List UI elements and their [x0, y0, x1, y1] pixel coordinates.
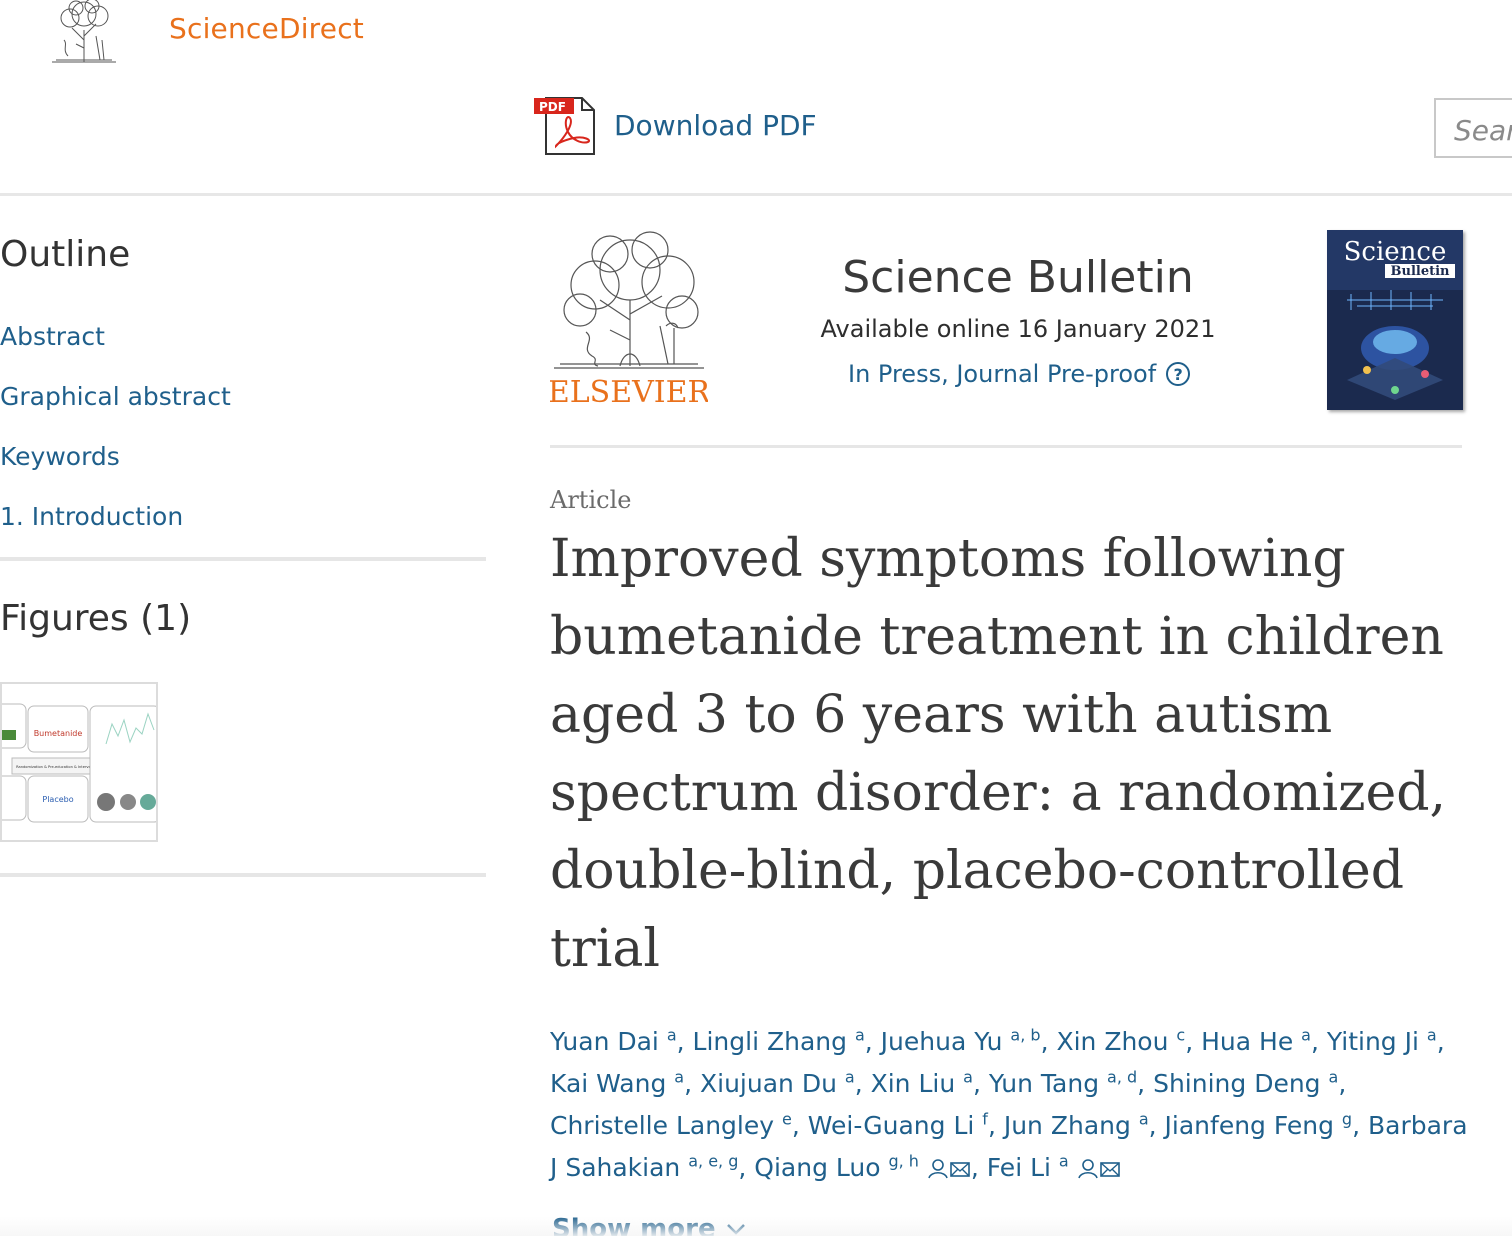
author-affiliation: a: [666, 1025, 677, 1045]
download-pdf-button[interactable]: PDF Download PDF: [534, 94, 817, 156]
author-name: Xin Zhou: [1056, 1027, 1169, 1056]
author-link[interactable]: Christelle Langley e: [550, 1111, 792, 1140]
figures-title: Figures (1): [0, 598, 192, 639]
article-status-label: In Press, Journal Pre-proof: [848, 360, 1157, 388]
journal-cover-image[interactable]: Science Bulletin: [1327, 230, 1463, 410]
article-type: Article: [550, 486, 632, 514]
show-more-label: Show more: [552, 1214, 716, 1236]
author-affiliation: a, e, g: [688, 1151, 739, 1171]
author-link[interactable]: Xin Zhou c: [1056, 1027, 1185, 1056]
outline-item-introduction[interactable]: 1. Introduction: [0, 498, 231, 558]
pdf-badge-text: PDF: [539, 100, 566, 114]
outline-item-abstract[interactable]: Abstract: [0, 318, 231, 378]
thumb-center-label: Randomization & Pre-education & Interven…: [16, 765, 100, 769]
author-name: Qiang Luo: [754, 1153, 881, 1182]
outline-item-keywords[interactable]: Keywords: [0, 438, 231, 498]
author-name: Wei-Guang Li: [807, 1111, 975, 1140]
author-affiliation: c: [1176, 1025, 1186, 1045]
header-divider: [550, 445, 1462, 448]
article-status[interactable]: In Press, Journal Pre-proof ?: [848, 360, 1191, 388]
author-link[interactable]: Xiujuan Du a: [700, 1069, 855, 1098]
help-icon[interactable]: ?: [1166, 362, 1191, 386]
chevron-down-icon: [726, 1224, 745, 1235]
download-pdf-label: Download PDF: [614, 108, 817, 142]
bottom-fade: [0, 1216, 1512, 1236]
sidebar-divider: [0, 557, 486, 561]
author-affiliation: a: [963, 1067, 973, 1087]
available-online-date: Available online 16 January 2021: [820, 315, 1216, 343]
author-affiliation: a: [844, 1067, 855, 1087]
author-name: Jun Zhang: [1003, 1111, 1131, 1140]
author-affiliation: g: [1341, 1109, 1353, 1129]
cover-title-bulletin: Bulletin: [1391, 264, 1451, 279]
journal-title[interactable]: Science Bulletin: [818, 252, 1218, 303]
pdf-icon: PDF: [534, 97, 595, 155]
author-name: Hua He: [1201, 1027, 1294, 1056]
author-link[interactable]: Yuan Dai a: [550, 1027, 677, 1056]
figure-thumbnail[interactable]: Bumetanide Placebo Randomization & Pre-e…: [0, 682, 158, 842]
author-link[interactable]: Xin Liu a: [871, 1069, 973, 1098]
author-name: Yun Tang: [988, 1069, 1100, 1098]
author-link[interactable]: Hua He a: [1201, 1027, 1311, 1056]
author-name: Fei Li: [986, 1153, 1051, 1182]
elsevier-wordmark: ELSEVIER: [550, 375, 708, 410]
author-affiliation: f: [982, 1109, 988, 1129]
cover-title-science: Science: [1344, 237, 1447, 267]
toolbar-divider: [0, 193, 1512, 196]
author-name: Yuan Dai: [550, 1027, 659, 1056]
elsevier-tree-icon[interactable]: [46, 0, 122, 64]
author-link[interactable]: Kai Wang a: [550, 1069, 684, 1098]
author-affiliation: a, d: [1107, 1067, 1138, 1087]
thumb-bumetanide-label: Bumetanide: [34, 729, 83, 738]
sidebar-divider: [0, 873, 486, 877]
author-name: Juehua Yu: [880, 1027, 1003, 1056]
author-affiliation: a: [1426, 1025, 1437, 1045]
person-icon[interactable]: [927, 1158, 949, 1180]
author-link[interactable]: Jianfeng Feng g: [1165, 1111, 1353, 1140]
author-list: Yuan Dai a, Lingli Zhang a, Juehua Yu a,…: [550, 1025, 1468, 1182]
author-link[interactable]: Wei-Guang Li f: [808, 1111, 988, 1140]
graphical-abstract-image: Bumetanide Placebo Randomization & Pre-e…: [2, 703, 156, 823]
author-affiliation: a: [1301, 1025, 1311, 1045]
outline-list: Abstract Graphical abstract Keywords 1. …: [0, 318, 231, 558]
author-affiliation: a: [1328, 1067, 1339, 1087]
show-more-button[interactable]: Show more: [552, 1214, 747, 1236]
author-name: Yiting Ji: [1326, 1027, 1419, 1056]
person-icon[interactable]: [1077, 1158, 1099, 1180]
author-name: Xiujuan Du: [700, 1069, 837, 1098]
brand-name[interactable]: ScienceDirect: [169, 12, 364, 45]
mail-icon[interactable]: [949, 1158, 971, 1180]
article-title: Improved symptoms following bumetanide t…: [550, 529, 1447, 979]
author-link[interactable]: Qiang Luo g, h: [754, 1153, 971, 1182]
outline-title: Outline: [0, 234, 131, 275]
author-affiliation: e: [782, 1109, 792, 1129]
author-link[interactable]: Lingli Zhang a: [693, 1027, 865, 1056]
author-affiliation: g, h: [888, 1151, 919, 1171]
author-affiliation: a: [854, 1025, 865, 1045]
author-link[interactable]: Shining Deng a: [1153, 1069, 1338, 1098]
thumb-placebo-label: Placebo: [42, 795, 73, 804]
author-name: Xin Liu: [870, 1069, 956, 1098]
author-affiliation: a, b: [1010, 1025, 1041, 1045]
author-link[interactable]: Jun Zhang a: [1004, 1111, 1149, 1140]
author-name: Jianfeng Feng: [1164, 1111, 1334, 1140]
author-link[interactable]: Juehua Yu a, b: [881, 1027, 1041, 1056]
author-affiliation: a: [674, 1067, 685, 1087]
author-name: Christelle Langley: [550, 1111, 775, 1140]
author-link[interactable]: Yiting Ji a: [1327, 1027, 1437, 1056]
author-link[interactable]: Yun Tang a, d: [989, 1069, 1137, 1098]
author-name: Lingli Zhang: [692, 1027, 847, 1056]
search-input[interactable]: Sear: [1434, 98, 1512, 158]
author-name: Shining Deng: [1153, 1069, 1321, 1098]
mail-icon[interactable]: [1099, 1158, 1121, 1180]
elsevier-logo[interactable]: ELSEVIER: [550, 230, 708, 410]
page: ScienceDirect PDF Download PDF Sear Outl…: [0, 0, 1512, 1236]
author-affiliation: a: [1138, 1109, 1149, 1129]
outline-item-graphical-abstract[interactable]: Graphical abstract: [0, 378, 231, 438]
author-link[interactable]: Fei Li a: [987, 1153, 1121, 1182]
author-name: Kai Wang: [550, 1069, 667, 1098]
author-affiliation: a: [1058, 1151, 1069, 1171]
